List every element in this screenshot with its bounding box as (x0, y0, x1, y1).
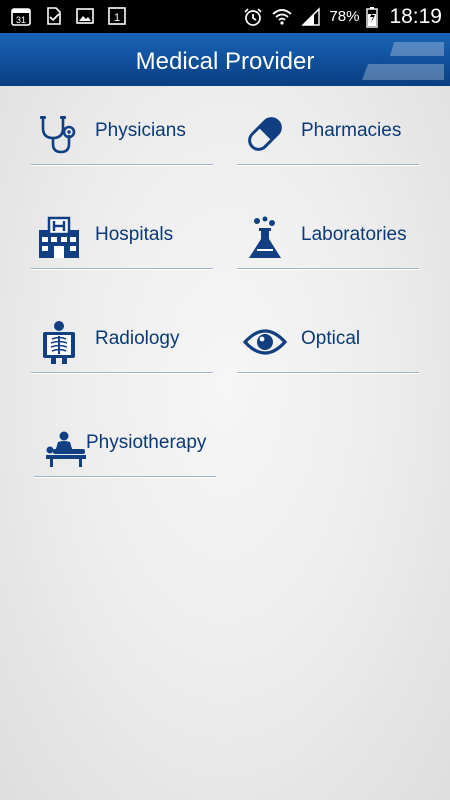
menu-item-label: Pharmacies (301, 120, 402, 141)
pill-capsule-icon (248, 117, 282, 151)
menu-item-label: Laboratories (301, 224, 407, 245)
menu-item-laboratories[interactable]: Laboratories (237, 190, 419, 269)
app-header: Medical Provider (0, 33, 450, 86)
calendar-icon: 31 (11, 8, 31, 26)
menu-item-optical[interactable]: Optical (237, 294, 419, 373)
menu-item-hospitals[interactable]: Hospitals (31, 190, 213, 269)
alarm-icon (244, 7, 263, 26)
notification-count-icon: 1 (108, 7, 126, 25)
status-bar: 31 1 78% 18:19 (0, 0, 450, 33)
menu-item-label: Radiology (95, 328, 180, 349)
menu-item-radiology[interactable]: Radiology (31, 294, 213, 373)
notification-badge: 1 (114, 12, 120, 24)
hospital-building-icon (39, 216, 79, 258)
brand-logo-icon (362, 42, 444, 80)
lab-flask-icon (249, 216, 281, 258)
calendar-badge: 31 (16, 15, 26, 25)
xray-icon (43, 321, 75, 364)
menu-item-label: Optical (301, 328, 361, 349)
download-done-icon (47, 7, 61, 25)
massage-table-icon (46, 431, 86, 467)
wifi-icon (272, 8, 293, 25)
status-bar-notifications: 31 1 (10, 5, 128, 27)
menu-item-pharmacies[interactable]: Pharmacies (237, 86, 419, 165)
menu-item-label: Physiotherapy (86, 432, 207, 453)
status-bar-system: 78% 18:19 (242, 0, 442, 33)
menu-item-label: Hospitals (95, 224, 174, 245)
menu-item-physiotherapy[interactable]: Physiotherapy (34, 398, 216, 477)
menu-item-physicians[interactable]: Physicians (31, 86, 213, 165)
status-time: 18:19 (389, 4, 442, 28)
battery-percent: 78% (329, 8, 360, 25)
gallery-icon (76, 8, 94, 24)
signal-icon (301, 6, 321, 26)
stethoscope-icon (40, 116, 76, 154)
menu-item-label: Physicians (95, 120, 186, 141)
eye-icon (243, 329, 287, 355)
battery-charging-icon (366, 6, 379, 28)
